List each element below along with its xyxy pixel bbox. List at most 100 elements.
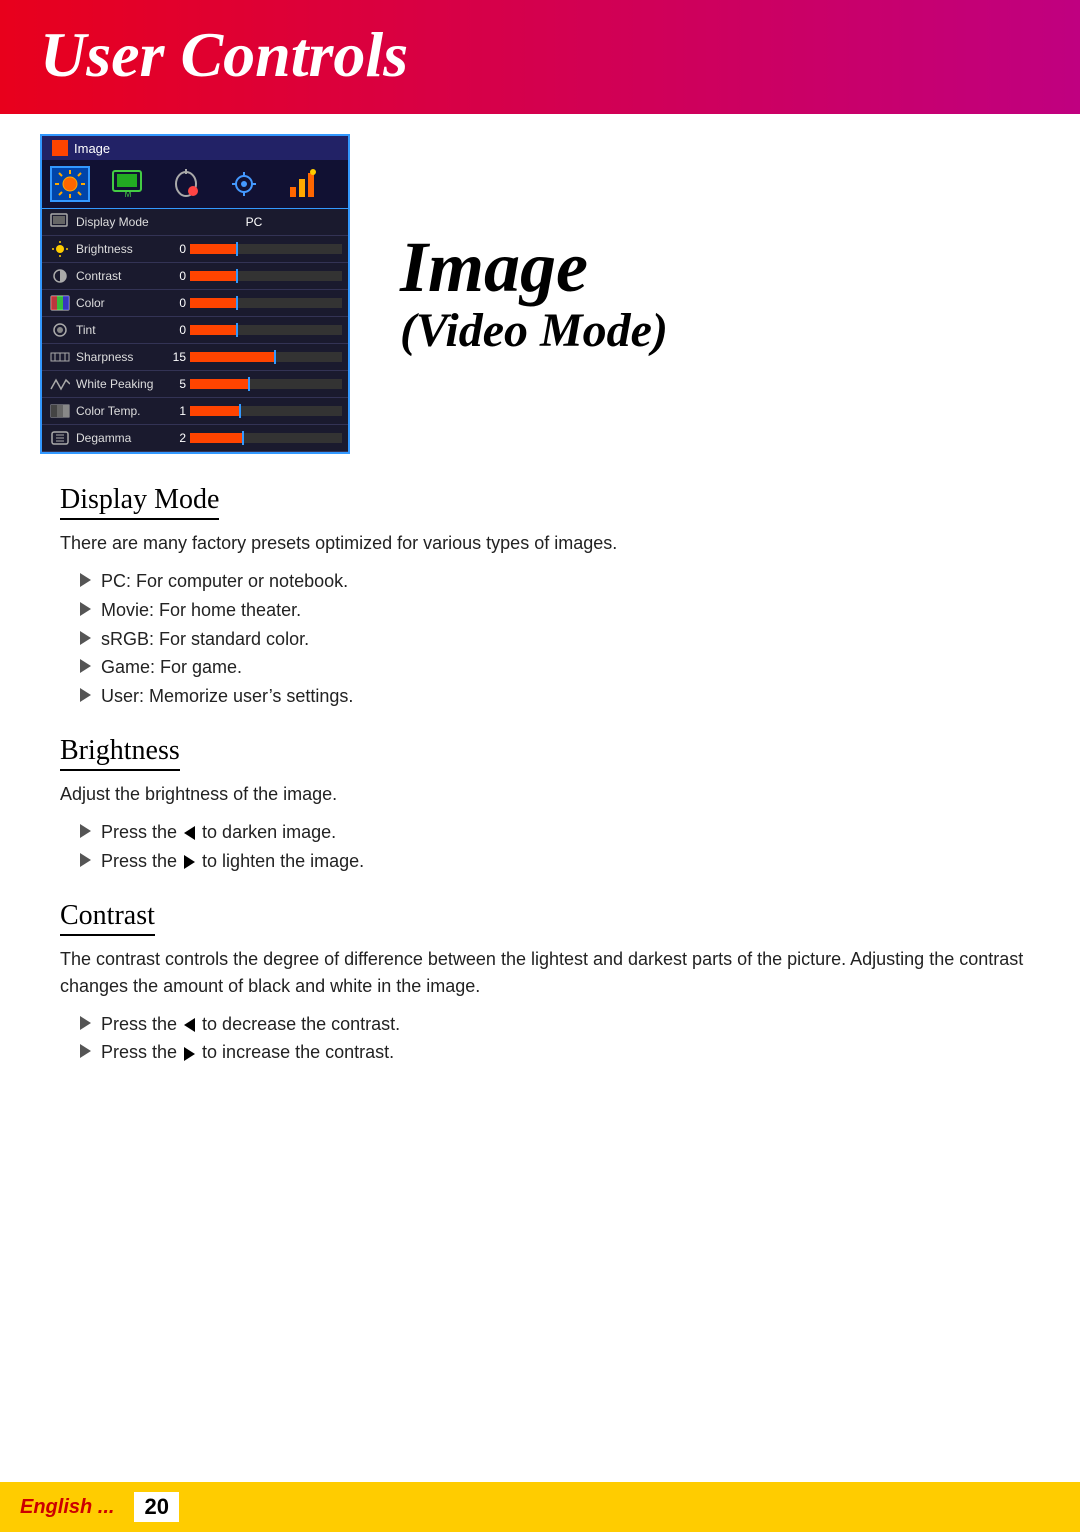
osd-row-degamma: Degamma 2 — [42, 425, 348, 452]
osd-degamma-fill — [190, 433, 242, 443]
osd-row-display-mode: Display Mode PC — [42, 209, 348, 236]
osd-color-value: 0 — [166, 296, 186, 310]
osd-row-white-peaking: White Peaking 5 — [42, 371, 348, 398]
main-content: Image — [0, 114, 1080, 1131]
osd-tint-marker — [236, 323, 238, 337]
contrast-description: The contrast controls the degree of diff… — [60, 946, 1040, 1000]
right-arrow-icon — [184, 1047, 195, 1061]
display-mode-description: There are many factory presets optimized… — [60, 530, 1040, 557]
list-item: Press the to lighten the image. — [80, 847, 1040, 876]
osd-color-temp-value: 1 — [166, 404, 186, 418]
osd-white-peaking-bar — [190, 379, 342, 389]
osd-color-temp-bar — [190, 406, 342, 416]
osd-color-temp-icon — [48, 401, 72, 421]
osd-display-mode-label: Display Mode — [76, 215, 166, 229]
osd-tint-fill — [190, 325, 236, 335]
osd-white-peaking-label: White Peaking — [76, 377, 166, 391]
list-item: User: Memorize user’s settings. — [80, 682, 1040, 711]
bullet-text: Press the to increase the contrast. — [101, 1038, 394, 1067]
image-video-mode-block: Image (Video Mode) — [380, 134, 668, 454]
bullet-arrow-icon — [80, 573, 91, 587]
osd-tint-label: Tint — [76, 323, 166, 337]
osd-tint-value: 0 — [166, 323, 186, 337]
top-section: Image — [40, 134, 1040, 454]
osd-contrast-icon — [48, 266, 72, 286]
bullet-text: Movie: For home theater. — [101, 596, 301, 625]
brightness-description: Adjust the brightness of the image. — [60, 781, 1040, 808]
osd-brightness-fill — [190, 244, 236, 254]
osd-color-temp-label: Color Temp. — [76, 404, 166, 418]
bullet-arrow-icon — [80, 602, 91, 616]
osd-menu: Image — [40, 134, 350, 454]
display-mode-bullets: PC: For computer or notebook. Movie: For… — [80, 567, 1040, 711]
osd-sharpness-bar — [190, 352, 342, 362]
bullet-text: sRGB: For standard color. — [101, 625, 309, 654]
osd-display-mode-icon — [48, 212, 72, 232]
osd-white-peaking-icon — [48, 374, 72, 394]
osd-color-bar — [190, 298, 342, 308]
list-item: Movie: For home theater. — [80, 596, 1040, 625]
bullet-text: Press the to lighten the image. — [101, 847, 364, 876]
page-title: User Controls — [40, 18, 1040, 92]
bullet-arrow-icon — [80, 688, 91, 702]
osd-sharpness-marker — [274, 350, 276, 364]
bullet-text: User: Memorize user’s settings. — [101, 682, 353, 711]
osd-color-temp-marker — [239, 404, 241, 418]
image-section-title: Image — [400, 231, 668, 303]
osd-icon-image[interactable] — [50, 166, 90, 202]
osd-degamma-label: Degamma — [76, 431, 166, 445]
osd-color-temp-fill — [190, 406, 239, 416]
osd-row-contrast: Contrast 0 — [42, 263, 348, 290]
osd-white-peaking-value: 5 — [166, 377, 186, 391]
osd-row-color-temp: Color Temp. 1 — [42, 398, 348, 425]
video-mode-subtitle: (Video Mode) — [400, 303, 668, 358]
osd-tint-bar — [190, 325, 342, 335]
osd-color-icon — [48, 293, 72, 313]
osd-display-mode-value: PC — [166, 215, 342, 229]
bullet-arrow-icon — [80, 853, 91, 867]
osd-row-color: Color 0 — [42, 290, 348, 317]
osd-color-fill — [190, 298, 236, 308]
osd-row-tint: Tint 0 — [42, 317, 348, 344]
bullet-text: Press the to darken image. — [101, 818, 336, 847]
osd-icon-color[interactable] — [166, 166, 206, 202]
osd-row-sharpness: Sharpness 15 — [42, 344, 348, 371]
display-mode-section: Display Mode There are many factory pres… — [40, 484, 1040, 711]
list-item: Press the to increase the contrast. — [80, 1038, 1040, 1067]
contrast-heading: Contrast — [60, 900, 155, 936]
osd-contrast-label: Contrast — [76, 269, 166, 283]
bullet-text: Game: For game. — [101, 653, 242, 682]
bullet-text: PC: For computer or notebook. — [101, 567, 348, 596]
left-arrow-icon — [184, 826, 195, 840]
osd-row-brightness: Brightness 0 — [42, 236, 348, 263]
list-item: sRGB: For standard color. — [80, 625, 1040, 654]
footer-language: English ... — [20, 1496, 114, 1519]
display-mode-heading: Display Mode — [60, 484, 219, 520]
page-header: User Controls — [0, 0, 1080, 114]
osd-sharpness-icon — [48, 347, 72, 367]
osd-icon-bar: M — [42, 160, 348, 209]
osd-title-label: Image — [74, 141, 110, 156]
page-footer: English ... 20 — [0, 1482, 1080, 1532]
bullet-text: Press the to decrease the contrast. — [101, 1010, 400, 1039]
osd-icon-display[interactable]: M — [108, 166, 148, 202]
osd-sharpness-fill — [190, 352, 274, 362]
list-item: Game: For game. — [80, 653, 1040, 682]
right-arrow-icon — [184, 855, 195, 869]
osd-contrast-fill — [190, 271, 236, 281]
osd-brightness-bar — [190, 244, 342, 254]
brightness-heading: Brightness — [60, 735, 180, 771]
osd-contrast-value: 0 — [166, 269, 186, 283]
osd-sharpness-label: Sharpness — [76, 350, 166, 364]
footer-page-number: 20 — [134, 1492, 178, 1522]
osd-icon-stats[interactable] — [282, 166, 322, 202]
osd-brightness-label: Brightness — [76, 242, 166, 256]
osd-icon-advanced[interactable] — [224, 166, 264, 202]
list-item: Press the to darken image. — [80, 818, 1040, 847]
osd-degamma-marker — [242, 431, 244, 445]
osd-white-peaking-marker — [248, 377, 250, 391]
osd-degamma-value: 2 — [166, 431, 186, 445]
brightness-bullets: Press the to darken image. Press the to … — [80, 818, 1040, 876]
contrast-section: Contrast The contrast controls the degre… — [40, 900, 1040, 1068]
brightness-section: Brightness Adjust the brightness of the … — [40, 735, 1040, 876]
